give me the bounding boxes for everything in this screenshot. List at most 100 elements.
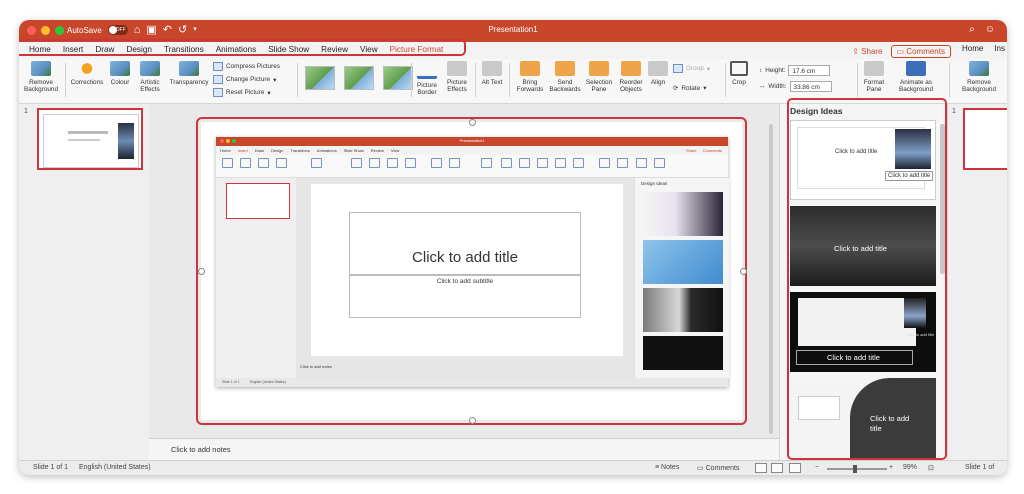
slide-thumbnail[interactable] <box>37 108 143 170</box>
picture-effects-label: Picture Effects <box>447 79 467 93</box>
comments-toggle[interactable]: ▭ Comments <box>697 464 739 472</box>
crop-icon <box>730 61 748 76</box>
status-language[interactable]: English (United States) <box>79 464 151 471</box>
group-icon <box>673 64 683 73</box>
height-label: Height: <box>765 67 786 74</box>
canvas-scrollbar[interactable] <box>769 124 773 434</box>
slide-canvas: Presentation1 Home Insert Draw Design Tr… <box>149 104 779 460</box>
group-button[interactable]: Group ▾ <box>673 64 710 73</box>
remove-background-label: Remove Background <box>23 79 59 93</box>
fit-slide-icon[interactable]: ⊡ <box>928 464 934 472</box>
selection-pane-icon <box>589 61 609 76</box>
notes-pane[interactable]: Click to add notes <box>149 438 779 461</box>
change-picture-icon <box>213 75 223 84</box>
picture-style-3[interactable] <box>383 66 413 90</box>
notes-toggle[interactable]: ≡ Notes <box>655 464 679 471</box>
remove-background-button-right[interactable]: Remove Background <box>957 61 1001 93</box>
thumbnail-title-line <box>68 131 108 134</box>
zoom-slider-knob[interactable] <box>853 465 857 473</box>
change-picture-button[interactable]: Change Picture ▾ <box>213 75 276 84</box>
reset-picture-label: Reset Picture <box>226 89 265 96</box>
picture-border-button[interactable]: Picture Border <box>413 61 441 96</box>
colour-label: Colour <box>110 79 130 86</box>
comments-button[interactable]: ▭ Comments <box>890 44 951 58</box>
width-input[interactable]: 33.86 cm <box>789 81 832 92</box>
normal-view-button[interactable] <box>755 463 767 473</box>
align-icon <box>648 61 668 76</box>
zoom-level[interactable]: 99% <box>903 464 917 471</box>
send-backwards-label: Send Backwards <box>549 79 581 93</box>
resize-handle-left[interactable] <box>198 268 205 275</box>
notes-placeholder: Click to add notes <box>171 445 231 454</box>
width-field: ↔ Width: 33.86 cm <box>759 81 832 92</box>
bring-forwards-icon <box>520 61 540 76</box>
ribbon-divider <box>297 63 298 97</box>
selection-pane-button[interactable]: Selection Pane <box>584 61 614 93</box>
change-picture-label: Change Picture <box>226 76 271 83</box>
transparency-button[interactable]: Transparency <box>168 61 210 86</box>
comments-toggle-label: Comments <box>705 465 740 472</box>
tab-insert-right[interactable]: Ins <box>994 44 1005 58</box>
rotate-button[interactable]: ⟳ Rotate ▾ <box>673 84 706 93</box>
second-window-slide-thumbnail[interactable] <box>963 108 1007 170</box>
height-field: ↕ Height: 17.6 cm <box>759 65 831 76</box>
width-label: Width: <box>768 83 787 90</box>
status-slide-info: Slide 1 of 1 <box>33 464 69 471</box>
resize-handle-top[interactable] <box>469 119 476 126</box>
reorder-objects-button[interactable]: Reorder Objects <box>616 61 646 93</box>
second-window-slide-info: Slide 1 of <box>965 464 995 471</box>
send-backwards-button[interactable]: Send Backwards <box>549 61 581 93</box>
rotate-icon: ⟳ <box>673 85 679 92</box>
picture-effects-icon <box>447 61 467 76</box>
artistic-effects-button[interactable]: Artistic Effects <box>135 61 165 93</box>
alt-text-label: Alt Text <box>481 79 503 86</box>
comments-label: Comments <box>906 46 945 56</box>
zoom-in-icon[interactable]: + <box>889 464 893 471</box>
share-label: Share <box>861 46 883 56</box>
colour-icon <box>110 61 130 76</box>
compress-pictures-button[interactable]: Compress Pictures <box>213 62 280 71</box>
design-ideas-highlight-outline <box>787 98 947 460</box>
remove-background-button[interactable]: Remove Background <box>21 61 61 93</box>
height-input[interactable]: 17.6 cm <box>788 65 831 76</box>
slide-sorter-view-button[interactable] <box>771 463 783 473</box>
share-button[interactable]: ⇪ Share <box>852 47 882 56</box>
slide-number: 1 <box>24 108 28 115</box>
reset-picture-button[interactable]: Reset Picture ▾ <box>213 88 271 97</box>
colour-button[interactable]: Colour <box>107 61 133 86</box>
tab-home-right[interactable]: Home <box>959 44 986 58</box>
ribbon-divider <box>475 63 476 97</box>
format-pane-icon <box>864 61 884 76</box>
slide-highlight-outline <box>196 117 747 425</box>
reorder-objects-icon <box>621 61 641 76</box>
status-bar: Slide 1 of 1 English (United States) ≡ N… <box>19 460 1007 475</box>
ribbon-divider <box>857 63 858 97</box>
transparency-label: Transparency <box>169 79 209 86</box>
crop-button[interactable]: Crop <box>729 61 749 86</box>
picture-style-1[interactable] <box>305 66 335 90</box>
artistic-effects-label: Artistic Effects <box>140 79 160 93</box>
ribbon-divider <box>65 63 66 97</box>
search-icon[interactable]: ⌕ <box>969 24 975 35</box>
compress-pictures-label: Compress Pictures <box>226 63 280 70</box>
resize-handle-bottom[interactable] <box>469 417 476 424</box>
format-pane-button[interactable]: Format Pane <box>861 61 887 93</box>
reading-view-button[interactable] <box>789 463 801 473</box>
picture-style-2[interactable] <box>344 66 374 90</box>
zoom-out-icon[interactable]: − <box>815 464 819 471</box>
height-icon: ↕ <box>759 67 763 74</box>
smiley-feedback-icon[interactable]: ☺ <box>985 24 995 35</box>
picture-effects-button[interactable]: Picture Effects <box>443 61 471 93</box>
resize-handle-right[interactable] <box>740 268 747 275</box>
alt-text-icon <box>482 61 502 76</box>
alt-text-button[interactable]: Alt Text <box>481 61 503 86</box>
corrections-button[interactable]: Corrections <box>69 61 105 86</box>
title-bar-right: ⌕ ☺ <box>969 24 995 35</box>
window-title: Presentation1 <box>488 25 538 34</box>
align-button[interactable]: Align <box>647 61 669 86</box>
bring-forwards-button[interactable]: Bring Forwards <box>515 61 545 93</box>
zoom-slider[interactable] <box>827 468 887 470</box>
group-label: Group <box>686 65 704 72</box>
animate-as-background-button[interactable]: Animate as Background <box>893 61 939 93</box>
selection-pane-label: Selection Pane <box>585 79 613 93</box>
